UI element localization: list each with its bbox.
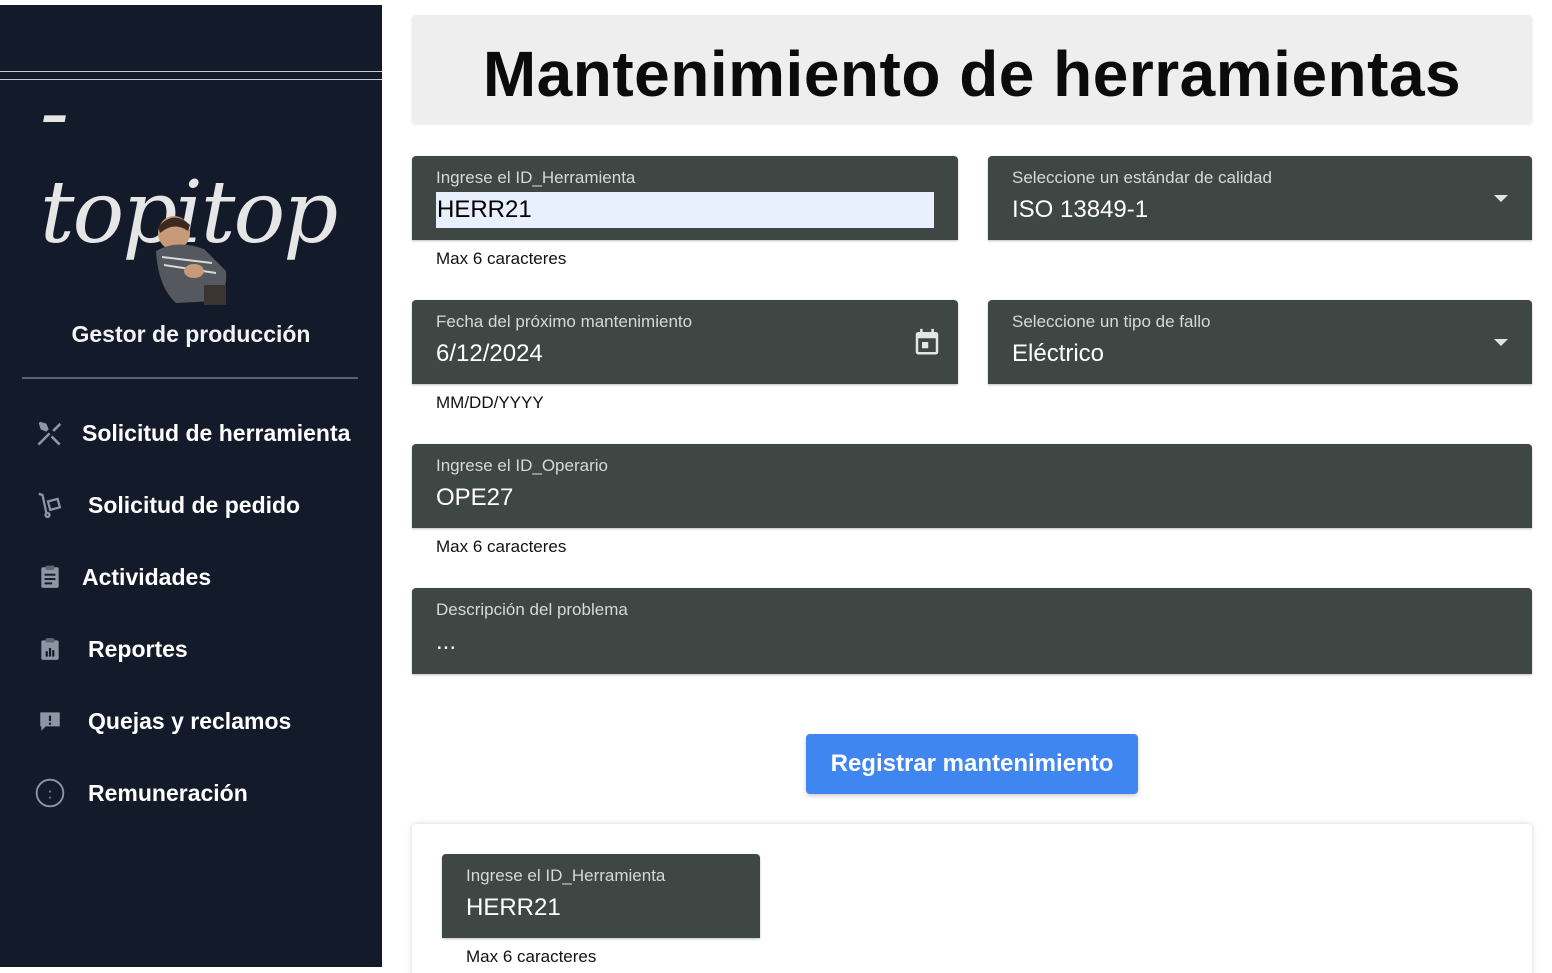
clipboard-icon (30, 561, 70, 593)
select-value: Eléctrico (1012, 340, 1105, 367)
sidebar: -topitop Gestor de producción Solicitud … (0, 5, 382, 967)
card-tool-id-field[interactable]: Ingrese el ID_Herramienta HERR21 (442, 854, 760, 938)
avatar (146, 211, 236, 307)
field-label: Seleccione un estándar de calidad (1012, 168, 1272, 187)
money-circle-icon: : (30, 777, 70, 809)
sidebar-item-label: Remuneración (88, 779, 248, 806)
field-label: Ingrese el ID_Herramienta (436, 168, 636, 187)
field-label: Ingrese el ID_Operario (436, 456, 608, 475)
page-title: Mantenimiento de herramientas (482, 38, 1462, 110)
date-value: 6/12/2024 (436, 340, 543, 367)
sidebar-item-label: Solicitud de pedido (88, 491, 301, 518)
field-label: Seleccione un tipo de fallo (1012, 312, 1211, 331)
quality-standard-select[interactable]: Seleccione un estándar de calidad ISO 13… (988, 156, 1532, 240)
field-label: Ingrese el ID_Herramienta (466, 866, 666, 885)
register-maintenance-button[interactable]: Registrar mantenimiento (806, 734, 1138, 794)
feedback-icon (30, 705, 70, 737)
operator-id-input[interactable]: OPE27 (436, 484, 513, 512)
sidebar-item-label: Reportes (88, 635, 188, 662)
select-value: ISO 13849-1 (1012, 196, 1149, 223)
next-maintenance-date-field[interactable]: Fecha del próximo mantenimiento 6/12/202… (412, 300, 958, 384)
chevron-down-icon[interactable] (1494, 339, 1508, 346)
svg-text::: : (48, 785, 53, 802)
calendar-icon[interactable] (912, 326, 942, 358)
sidebar-item-remuneracion[interactable]: : Remuneración (30, 773, 370, 813)
sidebar-item-label: Actividades (82, 563, 212, 590)
page-header: Mantenimiento de herramientas (412, 15, 1532, 123)
sidebar-item-actividades[interactable]: Actividades (30, 557, 370, 597)
sidebar-item-quejas[interactable]: Quejas y reclamos (30, 701, 370, 741)
field-label: Descripción del problema (436, 600, 628, 619)
date-format-helper: MM/DD/YYYY (436, 393, 544, 412)
tools-icon (30, 417, 70, 449)
problem-description-input[interactable]: ... (436, 628, 456, 656)
topitop-logo: -topitop (40, 63, 350, 263)
card-tool-id-input[interactable]: HERR21 (466, 894, 561, 922)
sidebar-divider (22, 377, 358, 379)
user-role: Gestor de producción (71, 321, 311, 347)
field-label: Fecha del próximo mantenimiento (436, 312, 693, 331)
sidebar-item-solicitud-herramienta[interactable]: Solicitud de herramienta (30, 413, 370, 453)
card-tool-id-helper: Max 6 caracteres (466, 947, 597, 966)
chevron-down-icon[interactable] (1494, 195, 1508, 202)
operator-id-field[interactable]: Ingrese el ID_Operario OPE27 (412, 444, 1532, 528)
sidebar-item-label: Solicitud de herramienta (82, 419, 351, 446)
tool-id-helper: Max 6 caracteres (436, 249, 567, 268)
tool-id-input[interactable]: HERR21 (436, 192, 934, 228)
failure-type-select[interactable]: Seleccione un tipo de fallo Eléctrico (988, 300, 1532, 384)
hand-truck-icon (30, 489, 70, 521)
problem-description-field[interactable]: Descripción del problema ... (412, 588, 1532, 674)
report-icon (30, 633, 70, 665)
maintenance-card: Ingrese el ID_Herramienta HERR21 Max 6 c… (412, 824, 1532, 973)
sidebar-item-label: Quejas y reclamos (88, 707, 292, 734)
sidebar-item-solicitud-pedido[interactable]: Solicitud de pedido (30, 485, 370, 525)
tool-id-field[interactable]: Ingrese el ID_Herramienta HERR21 (412, 156, 958, 240)
sidebar-item-reportes[interactable]: Reportes (30, 629, 370, 669)
operator-id-helper: Max 6 caracteres (436, 537, 567, 556)
